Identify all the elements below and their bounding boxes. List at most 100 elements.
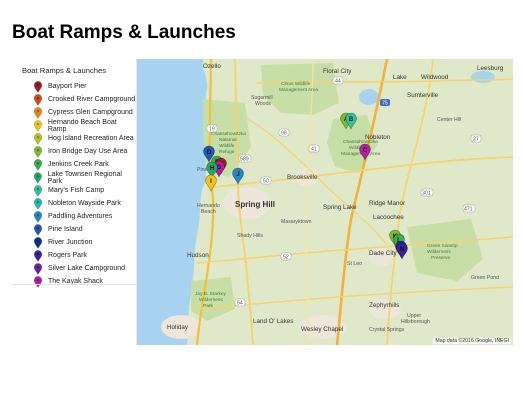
legend-title: Boat Ramps & Launches [22,66,107,75]
map-pin-icon [33,158,43,171]
map-pin-letter: N [400,247,404,253]
map-pin-icon [33,171,42,184]
label-sumterville: Sumterville [407,92,439,99]
legend-item[interactable]: Hernando Beach Boat Ramp [12,118,136,133]
label-ridge-manor: Ridge Manor [369,200,405,207]
label-chass-3: Wildlife [219,143,235,149]
map-pin-icon [33,275,43,288]
label-citrus-wma-2: Management Area [279,87,319,93]
shield-52: 52 [283,255,289,261]
label-chass-4: Refuge [219,149,235,155]
legend-item[interactable]: The Kayak Shack [12,275,136,288]
legend-item[interactable]: Mary's Fish Camp [12,184,136,197]
legend-item[interactable]: Pine Island [12,223,136,236]
map-pin-icon [33,236,43,249]
map-pin-icon [33,93,43,106]
legend-list: Bayport Pier Crooked River Campground Cypr… [12,80,136,288]
label-starkey-3: Park [203,303,213,309]
map-pin-icon [33,184,43,197]
map-pin[interactable]: I [205,174,217,192]
legend-item-label: Mary's Fish Camp [48,187,105,194]
legend-item[interactable]: Paddling Adventures [12,210,136,223]
shield-19: 19 [209,127,215,133]
label-leesburg: Leesburg [477,65,504,72]
map[interactable]: Ozello Citrus Wildlife Management Area F… [136,59,513,345]
map-pin[interactable]: N [396,242,408,260]
label-brooksville: Brooksville [287,174,318,181]
label-citrus-wma: Citrus Wildlife [281,81,311,87]
map-pin-icon [33,80,43,93]
legend-item-label: Bayport Pier [48,83,87,90]
legend-item[interactable]: Iron Bridge Day Use Area [12,145,136,158]
map-pin-letter: C [363,148,368,154]
map-pin-letter: D [207,150,212,156]
label-starkey-1: Jay B. Starkey [195,291,227,297]
legend-item-label: Rogers Park [48,252,87,259]
shield-50: 50 [263,179,269,185]
map-pin-icon [33,145,43,158]
label-hudson: Hudson [187,252,209,259]
map-pin[interactable]: J [232,167,244,185]
label-st-leo: St Leo [347,261,362,267]
shield-27: 27 [473,137,479,143]
legend-item[interactable]: River Junction [12,236,136,249]
shield-54: 54 [237,301,243,307]
legend-item-label: Hernando Beach Boat Ramp [47,118,117,133]
shield-75: 75 [382,101,388,107]
label-green-pond: Green Pond [471,275,499,281]
label-wesley-chapel: Wesley Chapel [301,326,343,333]
label-green-swamp-2: Wilderness [427,249,451,255]
legend-item-label: Hog Island Recreation Area [48,135,134,142]
shield-44: 44 [335,79,341,85]
legend-item-label: Lake Townsen Regional Park [47,170,122,185]
legend-item-label: River Junction [48,239,93,246]
legend-item[interactable]: Lake Townsen Regional Park [12,170,136,185]
legend-item-label: Nobleton Wayside Park [48,200,121,207]
shield-41: 41 [311,147,317,153]
map-pin-icon [33,119,42,132]
label-zephyrhills: Zephyrhills [369,302,399,309]
label-spring-hill: Spring Hill [235,200,275,209]
label-shady-hills: Shady Hills [237,233,263,239]
label-masaryktown: Masaryktown [281,219,312,225]
legend-item[interactable]: Nobleton Wayside Park [12,197,136,210]
label-lacoochee: Lacoochee [373,214,404,221]
legend-item-label: Paddling Adventures [48,213,113,220]
legend-item[interactable]: Silver Lake Campground [12,262,136,275]
lake-harris [471,71,495,83]
label-chass-2: National [219,137,237,143]
lake-panasoffkee [359,89,379,105]
map-pin-icon [33,132,43,145]
legend-item-label: Jenkins Creek Park [48,161,109,168]
label-starkey-2: Wilderness [199,297,223,303]
legend-item[interactable]: Jenkins Creek Park [12,158,136,171]
map-pin-letter: B [349,117,354,123]
label-hernando-beach-2: Beach [201,209,216,215]
shield-589: 589 [240,157,249,163]
shield-98: 98 [281,131,287,137]
legend-item[interactable]: Hog Island Recreation Area [12,132,136,145]
legend: Boat Ramps & Launches Bayport Pier Crooke… [12,66,136,288]
map-canvas[interactable]: Ozello Citrus Wildlife Management Area F… [137,59,513,345]
legend-item[interactable]: Bayport Pier [12,80,136,93]
map-pin-icon [33,223,43,236]
shield-301: 301 [422,191,431,197]
legend-item[interactable]: Crooked River Campground [12,93,136,106]
legend-item[interactable]: Rogers Park [12,249,136,262]
label-lake-panasoffkee: Lake [393,74,407,81]
map-pin-icon [33,106,43,119]
page-title: Boat Ramps & Launches [12,22,236,43]
label-ozello: Ozello [203,63,221,70]
shield-471: 471 [464,207,473,213]
label-sugarmill-2: Woods [255,101,271,107]
map-pin-letter: J [236,172,239,178]
legend-item[interactable]: Cypress Glen Campground [12,106,136,119]
label-green-swamp-1: Green Swamp [427,243,458,249]
legend-divider [12,284,136,285]
map-pin-icon [33,210,43,223]
label-green-swamp-3: Preserve [431,255,451,261]
map-pin-icon [33,249,43,262]
label-floral-city: Floral City [323,68,352,75]
label-wildwood: Wildwood [421,74,449,81]
legend-item-label: Crooked River Campground [48,96,136,103]
